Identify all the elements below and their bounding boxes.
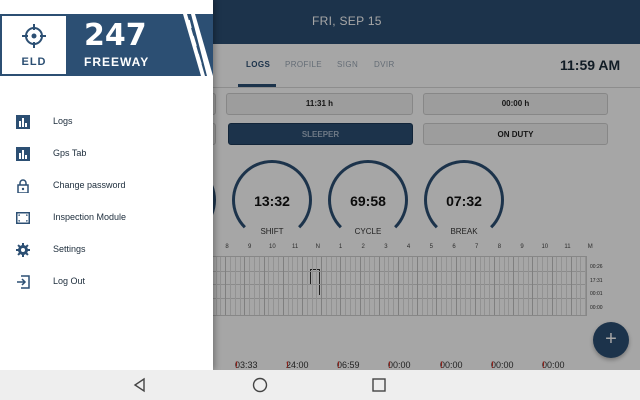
logout-icon bbox=[17, 275, 30, 289]
logo-eld-panel: ELD bbox=[0, 14, 66, 76]
menu-item-inspection-module[interactable]: Inspection Module bbox=[0, 202, 213, 234]
bar-chart-icon bbox=[16, 115, 30, 129]
logo-word: FREEWAY bbox=[84, 55, 150, 69]
menu-item-logs[interactable]: Logs bbox=[0, 106, 213, 138]
menu-label: Change password bbox=[53, 180, 126, 190]
road-icon bbox=[183, 14, 213, 76]
logo-freeway-panel: 247 FREEWAY bbox=[66, 14, 213, 76]
logo-number: 247 bbox=[84, 18, 147, 53]
menu-label: Settings bbox=[53, 244, 86, 254]
menu-label: Inspection Module bbox=[53, 212, 127, 222]
menu-item-settings[interactable]: Settings bbox=[0, 234, 213, 266]
menu-item-gps-tab[interactable]: Gps Tab bbox=[0, 138, 213, 170]
navigation-drawer: ELD 247 FREEWAY Logs Gps Tab Change pass… bbox=[0, 0, 213, 370]
logo-eld-text: ELD bbox=[21, 56, 47, 68]
home-icon[interactable] bbox=[251, 376, 269, 394]
menu-item-log-out[interactable]: Log Out bbox=[0, 266, 213, 298]
system-nav-bar bbox=[0, 370, 640, 400]
gear-icon bbox=[16, 243, 30, 257]
menu-label: Gps Tab bbox=[53, 148, 87, 158]
bar-chart-icon bbox=[16, 147, 30, 161]
menu-label: Log Out bbox=[53, 276, 86, 286]
scan-frame-icon bbox=[16, 212, 30, 224]
lock-icon bbox=[17, 179, 29, 193]
eld-freeway-logo: ELD 247 FREEWAY bbox=[0, 14, 213, 76]
recents-icon[interactable] bbox=[370, 376, 388, 394]
menu-item-change-password[interactable]: Change password bbox=[0, 170, 213, 202]
crosshair-icon bbox=[22, 24, 46, 48]
menu-label: Logs bbox=[53, 116, 73, 126]
back-icon[interactable] bbox=[131, 376, 149, 394]
